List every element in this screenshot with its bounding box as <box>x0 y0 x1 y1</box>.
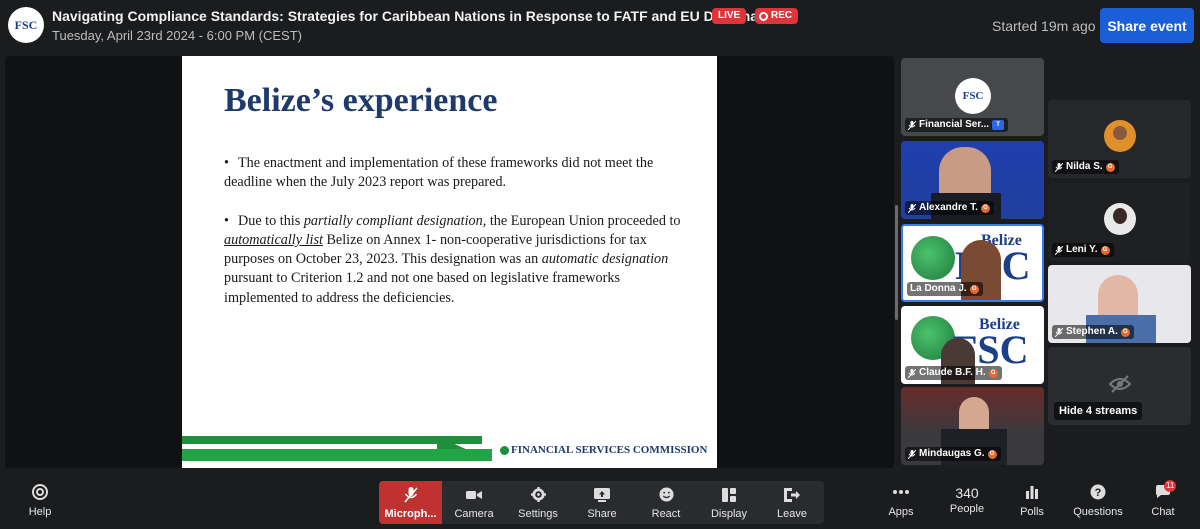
help-icon <box>31 483 49 501</box>
help-label: Help <box>28 505 52 518</box>
avatar <box>1104 203 1136 235</box>
participant-label: Claude B.F. H. G <box>905 366 1002 380</box>
event-title: Navigating Compliance Standards: Strateg… <box>52 8 792 24</box>
participant-label: Mindaugas G. G <box>905 447 1001 461</box>
display-button[interactable]: Display <box>700 481 758 524</box>
header-bar: FSC Navigating Compliance Standards: Str… <box>0 0 1200 50</box>
fsc-globe-graphic <box>911 236 955 280</box>
share-screen-icon <box>593 486 611 504</box>
logo-text: FSC <box>14 17 38 32</box>
record-icon <box>759 11 768 21</box>
participant-tile[interactable]: Stephen A. G <box>1048 265 1191 343</box>
guest-badge: G <box>1100 245 1110 255</box>
participant-tile[interactable]: Mindaugas G. G <box>901 387 1044 465</box>
chat-button[interactable]: 11 Chat <box>1145 476 1181 524</box>
mic-off-icon <box>402 486 420 504</box>
started-time: Started 19m ago <box>992 18 1096 34</box>
guest-badge: G <box>969 284 979 294</box>
apps-label: Apps <box>888 505 914 518</box>
guest-badge: G <box>988 368 998 378</box>
camera-button[interactable]: Camera <box>445 481 503 524</box>
hide-streams-tile[interactable]: Hide 4 streams <box>1048 347 1191 425</box>
share-event-button[interactable]: Share event <box>1100 8 1194 43</box>
leave-button[interactable]: Leave <box>763 481 821 524</box>
chat-unread-badge: 11 <box>1164 479 1177 492</box>
emoji-icon <box>657 486 675 504</box>
apps-icon <box>892 483 910 501</box>
exit-icon <box>783 486 801 504</box>
participant-tile[interactable]: Belize FSC Claude B.F. H. G <box>901 306 1044 384</box>
gear-icon <box>529 486 547 504</box>
react-label: React <box>651 507 681 520</box>
fsc-logo: FSC <box>955 78 991 114</box>
rec-label: REC <box>771 10 793 21</box>
share-button[interactable]: Share <box>573 481 631 524</box>
mic-off-icon <box>908 120 916 130</box>
participant-tile[interactable]: Leni Y. G <box>1048 183 1191 261</box>
mic-off-icon <box>908 368 916 378</box>
microphone-label: Microph... <box>384 507 437 520</box>
chat-icon: 11 <box>1154 479 1177 501</box>
microphone-button[interactable]: Microph... <box>379 481 442 524</box>
guest-badge: G <box>1105 162 1115 172</box>
help-button[interactable]: Help <box>22 476 58 524</box>
host-badge: T <box>992 120 1005 130</box>
display-label: Display <box>710 507 748 520</box>
participant-label: Leni Y. G <box>1052 243 1114 257</box>
slide-green-band-lower <box>182 449 492 461</box>
settings-button[interactable]: Settings <box>509 481 567 524</box>
chat-label: Chat <box>1151 505 1175 518</box>
participant-label: Nilda S. G <box>1052 160 1119 174</box>
polls-icon <box>1023 483 1041 501</box>
guest-badge: G <box>1120 327 1130 337</box>
mic-off-icon <box>1055 162 1063 172</box>
guest-badge: G <box>987 449 997 459</box>
settings-label: Settings <box>518 507 558 520</box>
slide-bullet-2: • Due to this partially compliant designa… <box>224 212 681 306</box>
avatar <box>1104 120 1136 152</box>
slide-bullet-1: • The enactment and implementation of the… <box>224 155 654 191</box>
participant-label: Financial Ser... T <box>905 118 1009 132</box>
participant-label: La Donna J. G <box>907 282 983 296</box>
globe-icon <box>500 445 509 455</box>
guest-badge: G <box>980 203 990 213</box>
event-datetime: Tuesday, April 23rd 2024 - 6:00 PM (CEST… <box>52 28 302 43</box>
mic-off-icon <box>908 449 916 459</box>
mic-off-icon <box>1055 327 1063 337</box>
participant-label: Alexandre T. G <box>905 201 994 215</box>
questions-button[interactable]: ? Questions <box>1070 476 1126 524</box>
people-count: 340 <box>955 485 979 501</box>
participant-tile[interactable]: FSC Financial Ser... T <box>901 58 1044 136</box>
participant-tile-active[interactable]: Belize FSC La Donna J. G <box>901 224 1044 302</box>
react-button[interactable]: React <box>637 481 695 524</box>
share-label: Share <box>587 507 617 520</box>
mic-off-icon <box>908 203 916 213</box>
slide-footer: FINANCIAL SERVICES COMMISSION <box>500 444 707 456</box>
svg-text:?: ? <box>1095 487 1102 499</box>
questions-label: Questions <box>1073 505 1123 518</box>
leave-label: Leave <box>777 507 807 520</box>
question-icon: ? <box>1089 483 1107 501</box>
apps-button[interactable]: Apps <box>883 476 919 524</box>
polls-label: Polls <box>1020 505 1044 518</box>
eye-off-icon <box>1109 375 1131 393</box>
polls-button[interactable]: Polls <box>1014 476 1050 524</box>
participant-tile[interactable]: Nilda S. G <box>1048 100 1191 178</box>
camera-icon <box>465 486 483 504</box>
layout-icon <box>720 486 738 504</box>
participant-label: Stephen A. G <box>1052 325 1134 339</box>
hide-streams-label: Hide 4 streams <box>1054 402 1143 420</box>
presentation-slide: Belize’s experience • The enactment and i… <box>182 56 717 468</box>
tiles-scrollbar[interactable] <box>895 205 898 320</box>
live-badge: LIVE <box>712 8 747 24</box>
event-logo: FSC <box>8 7 44 43</box>
camera-label: Camera <box>454 507 494 520</box>
slide-body: • The enactment and implementation of the… <box>224 154 694 308</box>
rec-badge: REC <box>755 8 799 24</box>
people-button[interactable]: 340 People <box>945 476 989 524</box>
slide-title: Belize’s experience <box>224 82 498 119</box>
participant-tile[interactable]: Alexandre T. G <box>901 141 1044 219</box>
mic-off-icon <box>1055 245 1063 255</box>
people-label: People <box>949 503 985 515</box>
